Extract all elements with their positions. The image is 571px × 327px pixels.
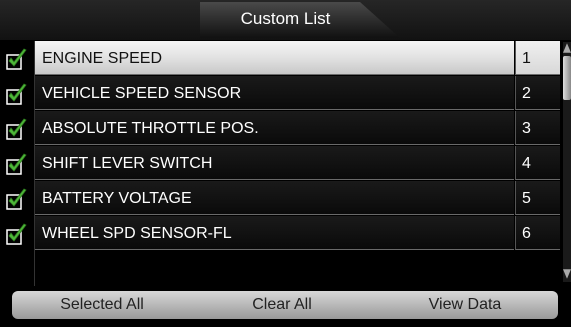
list-item-number: 6 bbox=[522, 225, 531, 242]
list-item[interactable]: ABSOLUTE THROTTLE POS. 3 bbox=[0, 111, 560, 146]
list-item-name-cell[interactable]: VEHICLE SPEED SENSOR bbox=[35, 76, 514, 110]
title-bar: Custom List bbox=[0, 0, 571, 40]
list-item-number: 5 bbox=[522, 190, 531, 207]
list-item-label: BATTERY VOLTAGE bbox=[42, 190, 192, 207]
list-item-name-cell[interactable]: BATTERY VOLTAGE bbox=[35, 181, 514, 215]
checkmark-icon[interactable] bbox=[5, 187, 29, 211]
scrollbar[interactable] bbox=[563, 42, 571, 282]
list-item[interactable]: VEHICLE SPEED SENSOR 2 bbox=[0, 76, 560, 111]
footer-button-bar: Selected All Clear All View Data bbox=[0, 288, 571, 327]
list-item-label: WHEEL SPD SENSOR-FL bbox=[42, 225, 232, 242]
list-item-number-cell: 4 bbox=[515, 146, 560, 180]
scroll-thumb[interactable] bbox=[563, 56, 571, 100]
list-item-number-cell: 2 bbox=[515, 76, 560, 110]
list-item-number-cell: 5 bbox=[515, 181, 560, 215]
scroll-down-arrow-icon[interactable] bbox=[563, 269, 571, 279]
list-item-name-cell[interactable]: ABSOLUTE THROTTLE POS. bbox=[35, 111, 514, 145]
list-item-label: SHIFT LEVER SWITCH bbox=[42, 155, 213, 172]
list-item-label: VEHICLE SPEED SENSOR bbox=[42, 85, 242, 102]
list-item-number-cell: 1 bbox=[515, 41, 560, 75]
list-item[interactable]: ENGINE SPEED 1 bbox=[0, 41, 560, 76]
view-data-button[interactable]: View Data bbox=[372, 291, 558, 319]
checkmark-icon[interactable] bbox=[5, 222, 29, 246]
checkmark-icon[interactable] bbox=[5, 152, 29, 176]
list-item-label: ENGINE SPEED bbox=[42, 50, 163, 67]
list-item[interactable]: BATTERY VOLTAGE 5 bbox=[0, 181, 560, 216]
list-item-number: 2 bbox=[522, 85, 531, 102]
list-item-name-cell[interactable]: SHIFT LEVER SWITCH bbox=[35, 146, 514, 180]
list-item[interactable]: SHIFT LEVER SWITCH 4 bbox=[0, 146, 560, 181]
clear-all-button[interactable]: Clear All bbox=[192, 291, 372, 319]
list-item[interactable]: WHEEL SPD SENSOR-FL 6 bbox=[0, 216, 560, 251]
list-item-name-cell[interactable]: WHEEL SPD SENSOR-FL bbox=[35, 216, 514, 250]
list-item-number-cell: 3 bbox=[515, 111, 560, 145]
scroll-up-arrow-icon[interactable] bbox=[563, 43, 571, 53]
list-item-number: 3 bbox=[522, 120, 531, 137]
list-item-number: 4 bbox=[522, 155, 531, 172]
list-item-name-cell[interactable]: ENGINE SPEED bbox=[35, 41, 514, 75]
list-item-label: ABSOLUTE THROTTLE POS. bbox=[42, 120, 259, 137]
list-item-number: 1 bbox=[522, 50, 531, 67]
list-item-number-cell: 6 bbox=[515, 216, 560, 250]
checkmark-icon[interactable] bbox=[5, 117, 29, 141]
page-title: Custom List bbox=[240, 9, 331, 28]
select-all-button[interactable]: Selected All bbox=[12, 291, 192, 319]
checkmark-icon[interactable] bbox=[5, 82, 29, 106]
checkmark-icon[interactable] bbox=[5, 47, 29, 71]
custom-list-screen: Custom List ENGINE SPEED 1 VEHICLE SPEED… bbox=[0, 0, 571, 327]
